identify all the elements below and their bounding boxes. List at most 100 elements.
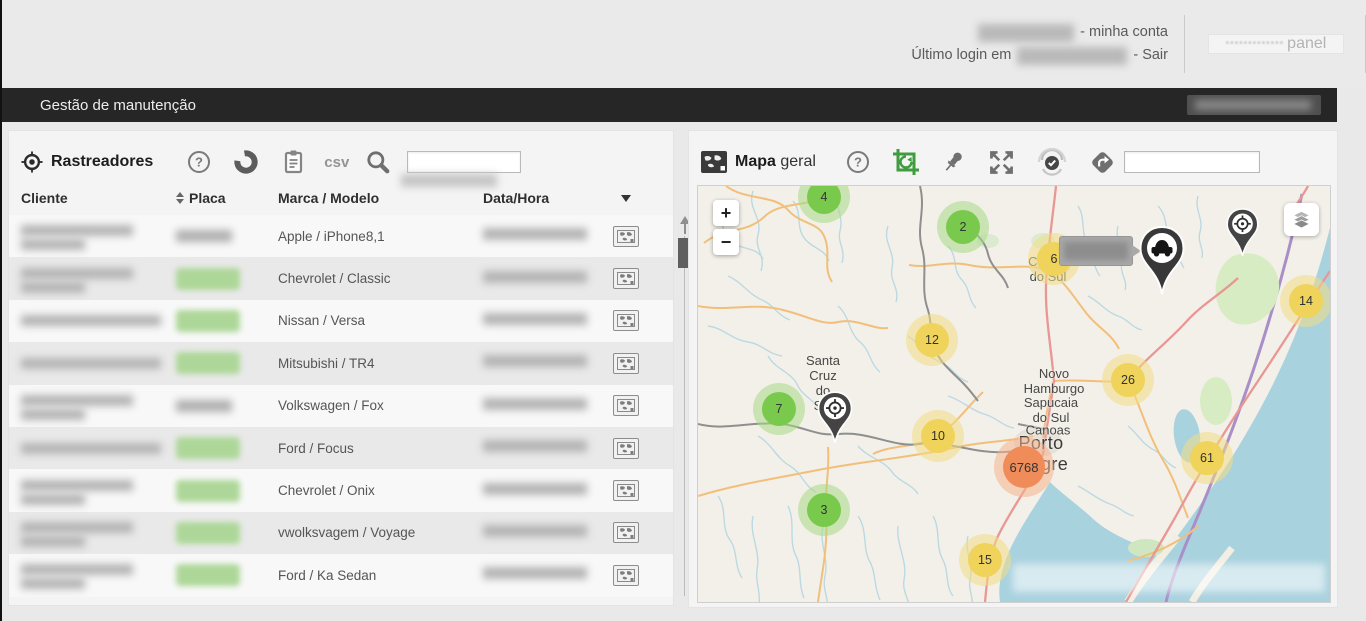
refresh-spinner-icon[interactable] xyxy=(233,149,259,175)
sort-icon[interactable] xyxy=(176,192,184,204)
map-panel-title: Mapa geral xyxy=(735,153,816,171)
redacted-client-name xyxy=(21,268,176,293)
show-on-map-button[interactable] xyxy=(613,226,639,247)
header-divider xyxy=(1184,15,1185,73)
cluster-count: 12 xyxy=(915,323,949,357)
target-pin-marker[interactable] xyxy=(817,391,853,450)
navigation-arrow-icon[interactable] xyxy=(1089,149,1116,176)
show-on-map-button[interactable] xyxy=(613,480,639,501)
column-header-placa[interactable]: Placa xyxy=(189,190,226,206)
cluster-count: 10 xyxy=(921,419,955,453)
show-on-map-button[interactable] xyxy=(613,268,639,289)
sair-link[interactable]: - Sair xyxy=(1133,44,1168,67)
trackers-table-body: Apple / iPhone8,1 xyxy=(9,215,673,597)
redacted-datetime xyxy=(483,355,587,367)
cluster-count: 14 xyxy=(1289,284,1323,318)
world-map-icon xyxy=(617,230,635,243)
marca-modelo-cell: Ford / Focus xyxy=(278,441,483,456)
radar-signal-icon[interactable] xyxy=(1037,148,1067,176)
scrollbar-track[interactable] xyxy=(684,236,685,596)
last-login-label: Último login em xyxy=(911,44,1011,67)
world-map-icon xyxy=(617,357,635,370)
report-clipboard-icon[interactable] xyxy=(281,149,306,175)
search-icon xyxy=(365,149,391,175)
map-panel: Mapa geral ? xyxy=(688,130,1338,608)
marca-modelo-cell: vwolksvagem / Voyage xyxy=(278,525,483,540)
target-pin-marker[interactable] xyxy=(1226,208,1259,263)
svg-text:?: ? xyxy=(854,155,862,170)
redacted-datetime xyxy=(483,313,587,325)
table-row[interactable]: Ford / Ka Sedan xyxy=(9,554,673,596)
marca-modelo-cell: Nissan / Versa xyxy=(278,313,483,328)
show-on-map-button[interactable] xyxy=(613,522,639,543)
map-canvas[interactable]: Caxias do Sul Santa Cruz do Sul Novo Ham… xyxy=(697,185,1331,603)
redacted-plate xyxy=(176,522,240,544)
cluster-count: 26 xyxy=(1111,363,1145,397)
redacted-datetime xyxy=(483,271,587,283)
table-row[interactable]: Apple / iPhone8,1 xyxy=(9,215,673,257)
table-row[interactable]: Nissan / Versa xyxy=(9,300,673,342)
redacted-datetime xyxy=(483,398,587,410)
table-row[interactable]: Volkswagen / Fox xyxy=(9,385,673,427)
module-title: Gestão de manutenção xyxy=(40,97,196,114)
world-map-icon xyxy=(617,442,635,455)
pushpin-icon[interactable] xyxy=(942,149,966,175)
trackers-panel-header: Rastreadores ? xyxy=(9,139,673,185)
table-row[interactable]: Ford / Focus xyxy=(9,427,673,469)
table-header-row: Cliente Placa Marca / Modelo Data/Hora xyxy=(9,185,673,211)
vehicle-car-pin[interactable] xyxy=(1139,226,1185,303)
show-on-map-button[interactable] xyxy=(613,310,639,331)
tracker-target-icon xyxy=(21,151,43,173)
redacted-titlebar-button[interactable] xyxy=(1187,95,1321,115)
map-search-input[interactable] xyxy=(1124,151,1260,173)
map-panel-header: Mapa geral ? xyxy=(689,139,1337,185)
show-on-map-button[interactable] xyxy=(613,395,639,416)
zoom-in-button[interactable]: + xyxy=(713,200,739,226)
cluster-count: 6768 xyxy=(1003,446,1045,488)
app-page: - minha conta Último login em - Sair •••… xyxy=(0,0,1366,621)
redacted-plate xyxy=(176,437,240,459)
zoom-out-button[interactable]: − xyxy=(713,229,739,255)
table-row[interactable]: Chevrolet / Onix xyxy=(9,469,673,511)
marca-modelo-cell: Apple / iPhone8,1 xyxy=(278,229,483,244)
column-header-marca-modelo[interactable]: Marca / Modelo xyxy=(278,190,483,206)
login-info: - minha conta Último login em - Sair xyxy=(911,21,1168,67)
redacted-datetime xyxy=(483,483,587,495)
redacted-client-name xyxy=(21,225,176,250)
fit-bounds-crop-icon[interactable] xyxy=(892,148,920,176)
redacted-client-name xyxy=(21,522,176,547)
redacted-plate xyxy=(176,400,232,412)
cluster-count: 2 xyxy=(946,210,980,244)
map-layers-button[interactable] xyxy=(1284,203,1319,236)
column-header-cliente[interactable]: Cliente xyxy=(21,190,176,206)
minha-conta-link[interactable]: - minha conta xyxy=(1080,21,1168,44)
top-header: - minha conta Último login em - Sair •••… xyxy=(2,0,1366,88)
map-help-icon[interactable]: ? xyxy=(846,150,870,174)
show-on-map-button[interactable] xyxy=(613,353,639,374)
redacted-username xyxy=(978,24,1074,42)
cluster-count: 61 xyxy=(1190,441,1224,475)
redacted-map-attribution xyxy=(1013,564,1325,592)
cluster-count: 15 xyxy=(968,543,1002,577)
redacted-datetime xyxy=(483,440,587,452)
svg-text:?: ? xyxy=(195,155,203,170)
table-row[interactable]: Mitsubishi / TR4 xyxy=(9,342,673,384)
show-on-map-button[interactable] xyxy=(613,438,639,459)
trackers-search-input[interactable] xyxy=(407,151,521,173)
redacted-datetime xyxy=(483,228,587,240)
redacted-plate xyxy=(176,230,232,242)
expand-arrows-icon[interactable] xyxy=(988,149,1015,176)
csv-export-button[interactable]: csv xyxy=(324,154,349,171)
show-on-map-button[interactable] xyxy=(613,565,639,586)
world-map-icon xyxy=(617,569,635,582)
table-row[interactable]: vwolksvagem / Voyage xyxy=(9,512,673,554)
marca-modelo-cell: Chevrolet / Onix xyxy=(278,483,483,498)
world-map-icon xyxy=(617,272,635,285)
column-filter-caret-icon[interactable] xyxy=(621,195,631,202)
layers-icon xyxy=(1290,208,1313,232)
table-row[interactable]: Chevrolet / Classic xyxy=(9,257,673,299)
trackers-panel-title: Rastreadores xyxy=(51,153,153,171)
help-icon[interactable]: ? xyxy=(187,150,211,174)
marca-modelo-cell: Mitsubishi / TR4 xyxy=(278,356,483,371)
column-header-data-hora[interactable]: Data/Hora xyxy=(483,190,608,206)
